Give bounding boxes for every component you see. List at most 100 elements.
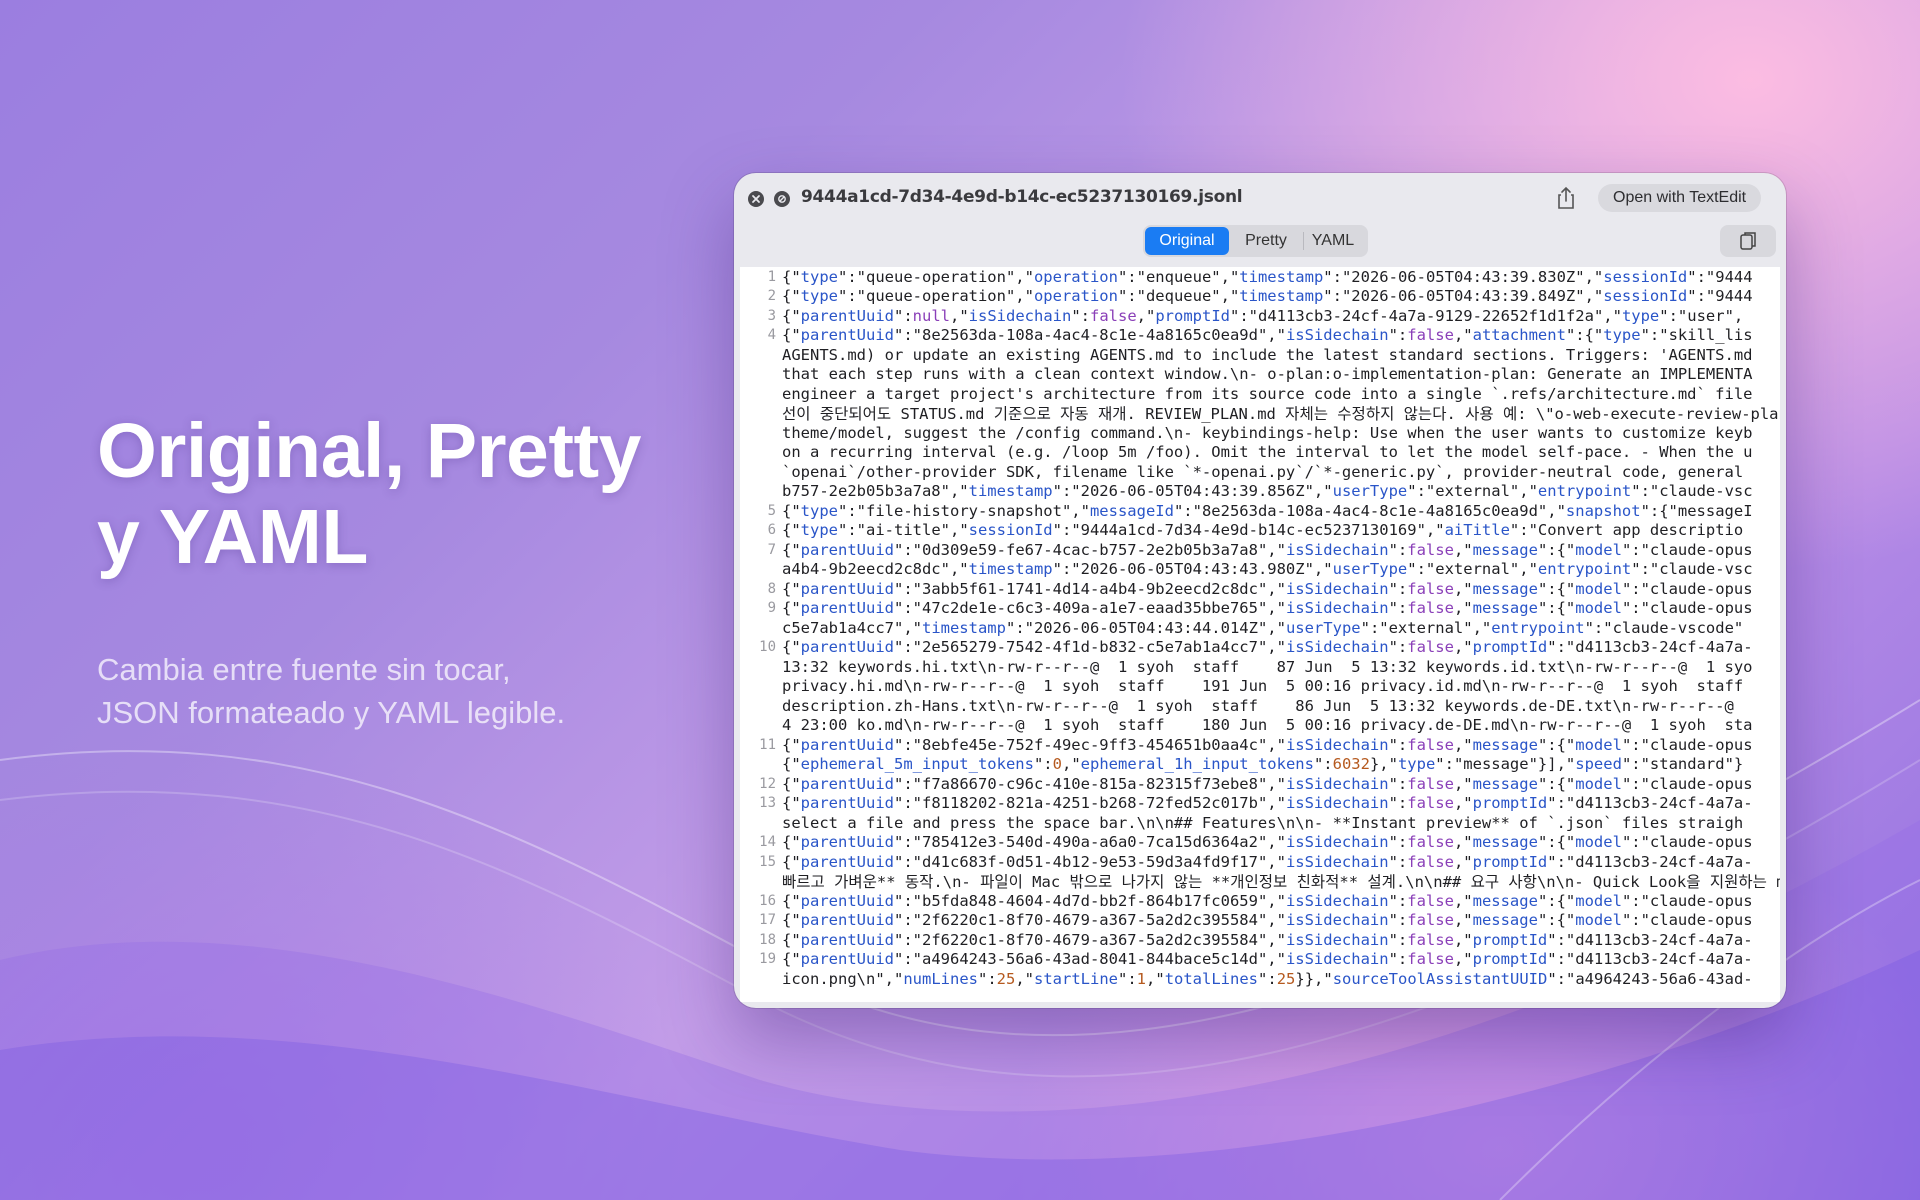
line-number: 12 xyxy=(759,775,776,792)
code-line: {"ephemeral_5m_input_tokens":0,"ephemera… xyxy=(740,755,1780,775)
line-number: 16 xyxy=(759,892,776,909)
hero-subtitle-line1: Cambia entre fuente sin tocar, xyxy=(97,652,511,687)
code-line: 10 {"parentUuid":"2e565279-7542-4f1d-b832… xyxy=(740,638,1780,658)
line-number: 9 xyxy=(767,600,776,617)
line-number: 8 xyxy=(767,580,776,597)
close-button[interactable] xyxy=(748,191,764,207)
code-line: description.zh-Hans.txt\n-rw-r--r--@ 1 s… xyxy=(740,696,1780,716)
code-line: theme/model, suggest the /config command… xyxy=(740,423,1780,443)
code-editor[interactable]: 1 {"type":"queue-operation","operation":"… xyxy=(740,267,1780,1002)
code-line: 13 {"parentUuid":"f8118202-821a-4251-b268… xyxy=(740,794,1780,814)
code-line: 4 23:00 ko.md\n-rw-r--r--@ 1 syoh staff … xyxy=(740,716,1780,736)
code-text: a4b4-9b2eecd2c8dc","timestamp":"2026-06-… xyxy=(782,560,1753,579)
code-text: on a recurring interval (e.g. /loop 5m /… xyxy=(782,443,1753,462)
tab-original[interactable]: Original xyxy=(1145,227,1229,255)
code-text: {"type":"queue-operation","operation":"e… xyxy=(782,267,1753,286)
code-text: 13:32 keywords.hi.txt\n-rw-r--r--@ 1 syo… xyxy=(782,657,1753,676)
code-text: {"parentUuid":"0d309e59-fe67-4cac-b757-2… xyxy=(782,540,1753,559)
line-number: 14 xyxy=(759,834,776,851)
open-with-textedit-button[interactable]: Open with TextEdit xyxy=(1598,184,1762,212)
code-line: 12 {"parentUuid":"f7a86670-c96c-410e-815a… xyxy=(740,774,1780,794)
code-text: engineer a target project's architecture… xyxy=(782,384,1753,403)
code-text: {"parentUuid":"f8118202-821a-4251-b268-7… xyxy=(782,794,1753,813)
line-number: 11 xyxy=(759,736,776,753)
code-line: 17 {"parentUuid":"2f6220c1-8f70-4679-a367… xyxy=(740,911,1780,931)
code-text: {"parentUuid":"2e565279-7542-4f1d-b832-c… xyxy=(782,638,1753,657)
hero-subtitle-line2: JSON formateado y YAML legible. xyxy=(97,695,566,730)
window-filename: 9444a1cd-7d34-4e9d-b14c-ec5237130169.jso… xyxy=(801,187,1243,207)
line-number: 2 xyxy=(767,288,776,305)
code-line: 4 {"parentUuid":"8e2563da-108a-4ac4-8c1e-… xyxy=(740,326,1780,346)
quicklook-window: 9444a1cd-7d34-4e9d-b14c-ec5237130169.jso… xyxy=(734,173,1786,1008)
code-line: AGENTS.md) or update an existing AGENTS.… xyxy=(740,345,1780,365)
code-line: icon.png\n","numLines":25,"startLine":1,… xyxy=(740,969,1780,989)
code-line: 빠르고 가벼운** 동작.\n- 파일이 Mac 밖으로 나가지 않는 **개인… xyxy=(740,872,1780,892)
line-number: 1 xyxy=(767,268,776,285)
code-text: 선이 중단되어도 STATUS.md 기준으로 자동 재개. REVIEW_PL… xyxy=(782,405,1780,424)
line-number: 7 xyxy=(767,541,776,558)
code-line: `openai`/other-provider SDK, filename li… xyxy=(740,462,1780,482)
code-text: `openai`/other-provider SDK, filename li… xyxy=(782,462,1744,481)
code-line: that each step runs with a clean context… xyxy=(740,365,1780,385)
tab-pretty[interactable]: Pretty xyxy=(1229,227,1303,255)
line-number: 17 xyxy=(759,912,776,929)
code-text: theme/model, suggest the /config command… xyxy=(782,423,1753,442)
window-titlebar: 9444a1cd-7d34-4e9d-b14c-ec5237130169.jso… xyxy=(734,173,1786,221)
hero-subtitle: Cambia entre fuente sin tocar, JSON form… xyxy=(97,648,565,734)
code-text: privacy.hi.md\n-rw-r--r--@ 1 syoh staff … xyxy=(782,677,1744,696)
code-line: b757-2e2b05b3a7a8","timestamp":"2026-06-… xyxy=(740,482,1780,502)
code-text: {"parentUuid":"2f6220c1-8f70-4679-a367-5… xyxy=(782,911,1753,930)
line-number: 15 xyxy=(759,853,776,870)
code-line: c5e7ab1a4cc7","timestamp":"2026-06-05T04… xyxy=(740,618,1780,638)
code-line: 16 {"parentUuid":"b5fda848-4604-4d7d-bb2f… xyxy=(740,891,1780,911)
code-text: {"parentUuid":null,"isSidechain":false,"… xyxy=(782,306,1744,325)
code-text: c5e7ab1a4cc7","timestamp":"2026-06-05T04… xyxy=(782,618,1744,637)
copy-icon xyxy=(1740,232,1756,250)
share-icon xyxy=(1558,186,1574,209)
code-line: 19 {"parentUuid":"a4964243-56a6-43ad-8041… xyxy=(740,950,1780,970)
copy-button[interactable] xyxy=(1720,225,1776,257)
code-line: on a recurring interval (e.g. /loop 5m /… xyxy=(740,443,1780,463)
line-number: 19 xyxy=(759,951,776,968)
no-entry-icon xyxy=(778,195,786,203)
share-button[interactable] xyxy=(1554,185,1578,211)
fullscreen-button[interactable] xyxy=(774,191,790,207)
code-line: 선이 중단되어도 STATUS.md 기준으로 자동 재개. REVIEW_PL… xyxy=(740,404,1780,424)
code-text: {"type":"ai-title","sessionId":"9444a1cd… xyxy=(782,521,1744,540)
code-line: 9 {"parentUuid":"47c2de1e-c6c3-409a-a1e7-… xyxy=(740,599,1780,619)
tab-yaml[interactable]: YAML xyxy=(1303,232,1362,250)
line-number: 10 xyxy=(759,639,776,656)
code-text: select a file and press the space bar.\n… xyxy=(782,813,1744,832)
code-text: {"parentUuid":"d41c683f-0d51-4b12-9e53-5… xyxy=(782,852,1753,871)
code-text: {"parentUuid":"47c2de1e-c6c3-409a-a1e7-e… xyxy=(782,599,1753,618)
code-text: {"parentUuid":"b5fda848-4604-4d7d-bb2f-8… xyxy=(782,891,1753,910)
line-number: 3 xyxy=(767,307,776,324)
code-text: icon.png\n","numLines":25,"startLine":1,… xyxy=(782,969,1753,988)
line-number: 4 xyxy=(767,327,776,344)
close-icon xyxy=(752,195,760,203)
hero-title-line1: Original, Pretty xyxy=(97,408,641,494)
code-line: 1 {"type":"queue-operation","operation":"… xyxy=(740,267,1780,287)
code-line: 7 {"parentUuid":"0d309e59-fe67-4cac-b757-… xyxy=(740,540,1780,560)
code-line: 14 {"parentUuid":"785412e3-540d-490a-a6a0… xyxy=(740,833,1780,853)
code-text: {"type":"file-history-snapshot","message… xyxy=(782,501,1753,520)
code-text: 4 23:00 ko.md\n-rw-r--r--@ 1 syoh staff … xyxy=(782,716,1753,735)
hero-title-line2: y YAML xyxy=(97,494,368,580)
line-number: 13 xyxy=(759,795,776,812)
code-text: 빠르고 가벼운** 동작.\n- 파일이 Mac 밖으로 나가지 않는 **개인… xyxy=(782,873,1780,892)
code-text: {"parentUuid":"f7a86670-c96c-410e-815a-8… xyxy=(782,774,1753,793)
code-text: {"parentUuid":"2f6220c1-8f70-4679-a367-5… xyxy=(782,930,1753,949)
code-text: that each step runs with a clean context… xyxy=(782,365,1753,384)
code-line: 13:32 keywords.hi.txt\n-rw-r--r--@ 1 syo… xyxy=(740,657,1780,677)
line-number: 6 xyxy=(767,522,776,539)
code-text: {"ephemeral_5m_input_tokens":0,"ephemera… xyxy=(782,755,1744,774)
code-line: 2 {"type":"queue-operation","operation":"… xyxy=(740,287,1780,307)
code-text: {"type":"queue-operation","operation":"d… xyxy=(782,287,1753,306)
code-text: {"parentUuid":"a4964243-56a6-43ad-8041-8… xyxy=(782,950,1753,969)
code-text: {"parentUuid":"8ebfe45e-752f-49ec-9ff3-4… xyxy=(782,735,1753,754)
code-line: 11 {"parentUuid":"8ebfe45e-752f-49ec-9ff3… xyxy=(740,735,1780,755)
code-line: privacy.hi.md\n-rw-r--r--@ 1 syoh staff … xyxy=(740,677,1780,697)
code-line: 18 {"parentUuid":"2f6220c1-8f70-4679-a367… xyxy=(740,930,1780,950)
hero-title: Original, Pretty y YAML xyxy=(97,408,641,580)
code-line: 8 {"parentUuid":"3abb5f61-1741-4d14-a4b4-… xyxy=(740,579,1780,599)
